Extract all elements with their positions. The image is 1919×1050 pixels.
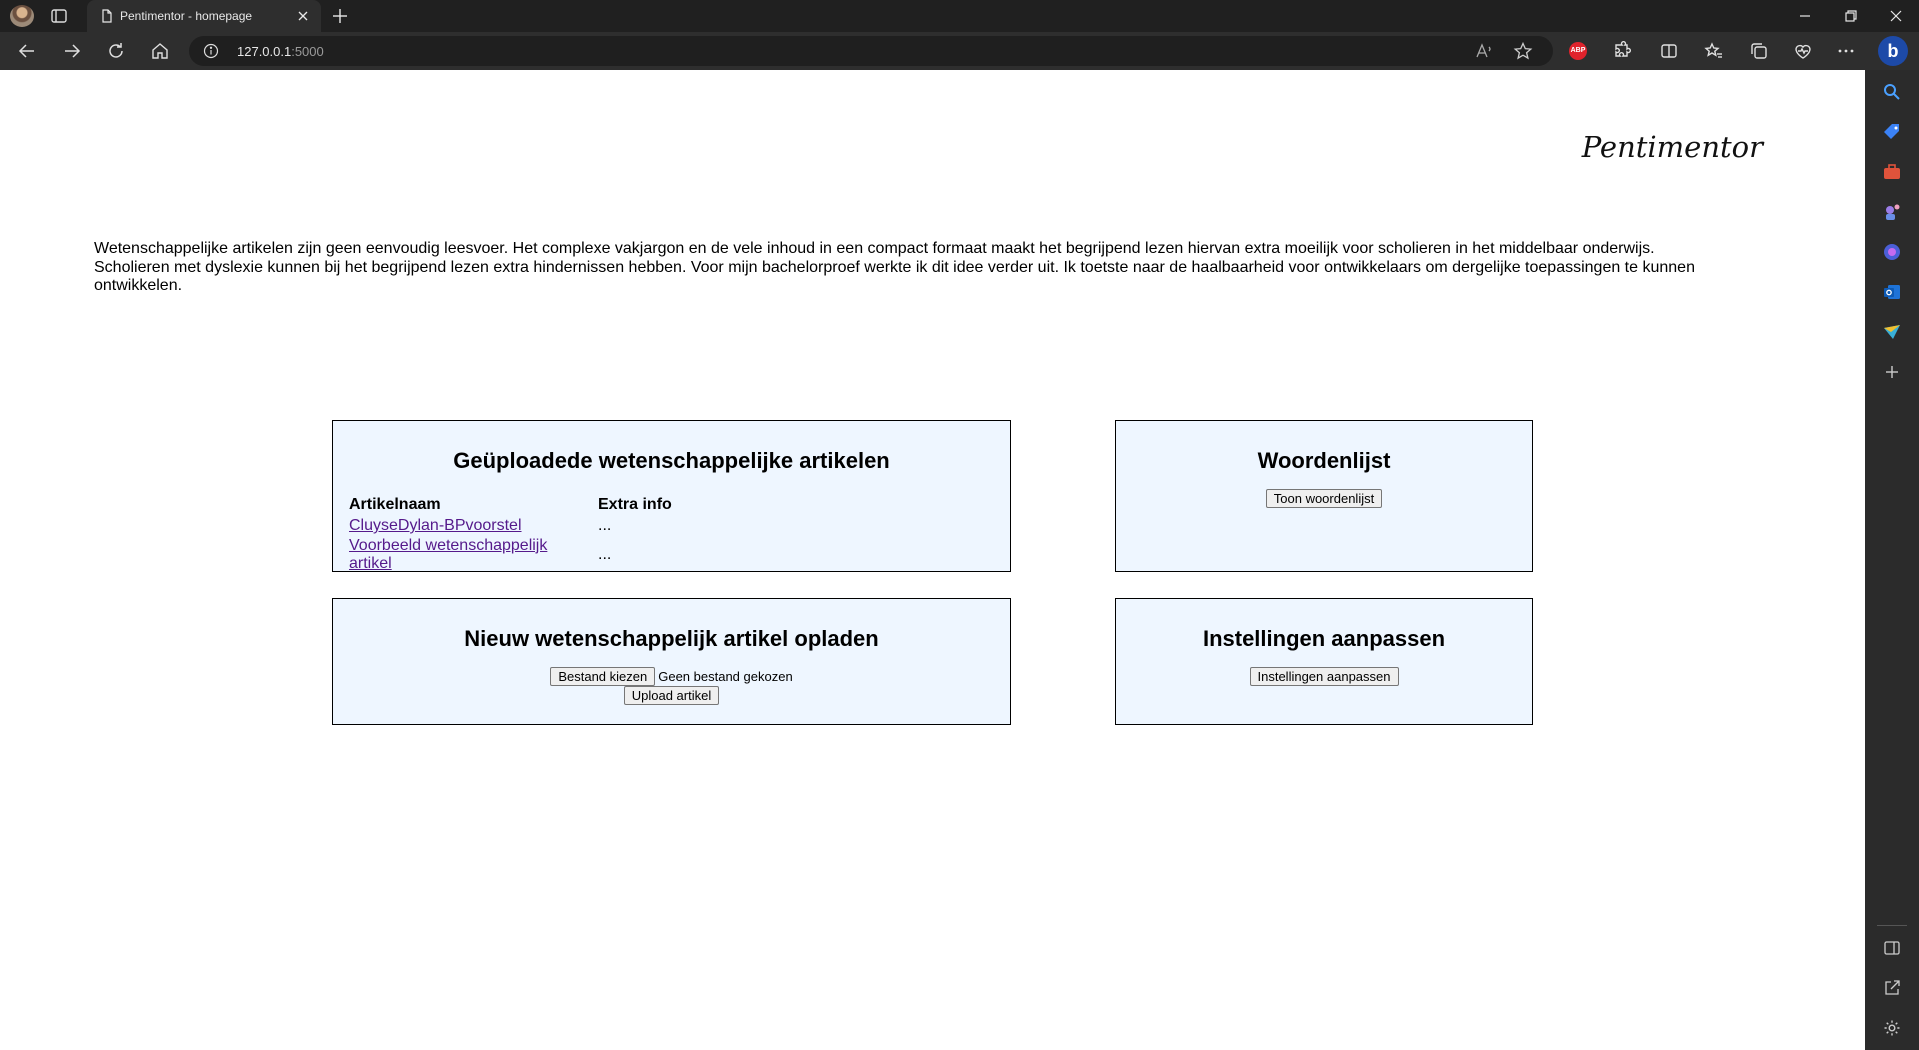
column-header-info: Extra info xyxy=(598,496,672,513)
articles-table: Artikelnaam Extra info CluyseDylan-BPvoo… xyxy=(348,495,675,573)
hide-sidebar-icon[interactable] xyxy=(1882,938,1902,958)
copilot-icon[interactable] xyxy=(1882,242,1902,262)
page-content: Pentimentor Wetenschappelijke artikelen … xyxy=(0,70,1865,1050)
tab-title: Pentimentor - homepage xyxy=(120,9,253,23)
tab-actions-icon[interactable] xyxy=(50,7,68,25)
close-window-icon[interactable] xyxy=(1886,6,1906,26)
forward-arrow-icon[interactable] xyxy=(62,41,82,61)
profile-avatar[interactable] xyxy=(10,5,34,27)
upload-article-card: Nieuw wetenschappelijk artikel opladen B… xyxy=(332,598,1011,725)
open-external-icon[interactable] xyxy=(1882,978,1902,998)
home-icon[interactable] xyxy=(150,41,170,61)
favorites-icon[interactable] xyxy=(1704,41,1724,61)
uploaded-articles-card: Geüploadede wetenschappelijke artikelen … xyxy=(332,420,1011,572)
close-icon[interactable] xyxy=(295,8,311,24)
split-screen-icon[interactable] xyxy=(1659,41,1679,61)
adjust-settings-button[interactable]: Instellingen aanpassen xyxy=(1249,667,1399,686)
site-title: Pentimentor xyxy=(1581,130,1763,164)
restore-icon[interactable] xyxy=(1841,6,1861,26)
upload-article-button[interactable]: Upload artikel xyxy=(623,686,720,705)
shopping-tag-icon[interactable] xyxy=(1882,122,1902,142)
new-tab-icon[interactable] xyxy=(330,6,350,26)
extra-info-cell: ... xyxy=(598,546,612,563)
sidebar-divider xyxy=(1877,925,1907,926)
article-link[interactable]: Voorbeeld wetenschappelijk artikel xyxy=(349,537,547,572)
read-aloud-icon[interactable] xyxy=(1474,41,1494,61)
card-title: Instellingen aanpassen xyxy=(1202,626,1446,651)
no-file-label: Geen bestand gekozen xyxy=(658,669,793,684)
article-cell: CluyseDylan-BPvoorstel xyxy=(348,515,597,537)
collections-icon[interactable] xyxy=(1749,41,1769,61)
address-bar[interactable]: 127.0.0.1:5000 xyxy=(189,36,1553,66)
table-row: Voorbeeld wetenschappelijk artikel ... xyxy=(348,537,675,573)
back-arrow-icon[interactable] xyxy=(17,41,37,61)
settings-card: Instellingen aanpassen Instellingen aanp… xyxy=(1115,598,1533,725)
card-title: Nieuw wetenschappelijk artikel opladen xyxy=(464,626,879,651)
article-link[interactable]: CluyseDylan-BPvoorstel xyxy=(349,517,522,534)
more-options-icon[interactable] xyxy=(1836,41,1856,61)
card-title: Woordenlijst xyxy=(1257,448,1391,473)
page-icon xyxy=(99,8,115,24)
info-icon[interactable] xyxy=(203,43,219,59)
article-cell: Voorbeeld wetenschappelijk artikel xyxy=(348,537,597,573)
table-row: CluyseDylan-BPvoorstel ... xyxy=(348,515,675,537)
favorite-star-icon[interactable] xyxy=(1513,41,1533,61)
tab-active[interactable]: Pentimentor - homepage xyxy=(87,0,321,32)
show-word-list-button[interactable]: Toon woordenlijst xyxy=(1265,489,1383,508)
settings-gear-icon[interactable] xyxy=(1882,1018,1902,1038)
search-icon[interactable] xyxy=(1882,82,1902,102)
drop-send-icon[interactable] xyxy=(1882,322,1902,342)
games-icon[interactable] xyxy=(1882,202,1902,222)
edge-sidebar xyxy=(1865,70,1919,1050)
card-title: Geüploadede wetenschappelijke artikelen xyxy=(453,448,890,473)
add-icon[interactable] xyxy=(1882,362,1902,382)
browser-toolbar: 127.0.0.1:5000 ABP xyxy=(0,32,1919,70)
refresh-icon[interactable] xyxy=(106,41,126,61)
intro-paragraph: Wetenschappelijke artikelen zijn geen ee… xyxy=(94,240,1695,294)
tools-briefcase-icon[interactable] xyxy=(1882,162,1902,182)
extra-info-cell: ... xyxy=(598,517,612,534)
adblock-icon[interactable]: ABP xyxy=(1569,42,1587,60)
performance-icon[interactable] xyxy=(1793,41,1813,61)
bing-copilot-icon[interactable]: b xyxy=(1878,36,1908,66)
extensions-icon[interactable] xyxy=(1612,41,1632,61)
column-header-name: Artikelnaam xyxy=(349,496,441,513)
table-header-row: Artikelnaam Extra info xyxy=(348,495,675,515)
url-text: 127.0.0.1:5000 xyxy=(237,44,324,59)
minimize-icon[interactable] xyxy=(1795,6,1815,26)
tab-bar: Pentimentor - homepage xyxy=(0,0,1919,32)
outlook-icon[interactable] xyxy=(1882,282,1902,302)
choose-file-button[interactable]: Bestand kiezen xyxy=(550,667,656,686)
word-list-card: Woordenlijst Toon woordenlijst xyxy=(1115,420,1533,572)
